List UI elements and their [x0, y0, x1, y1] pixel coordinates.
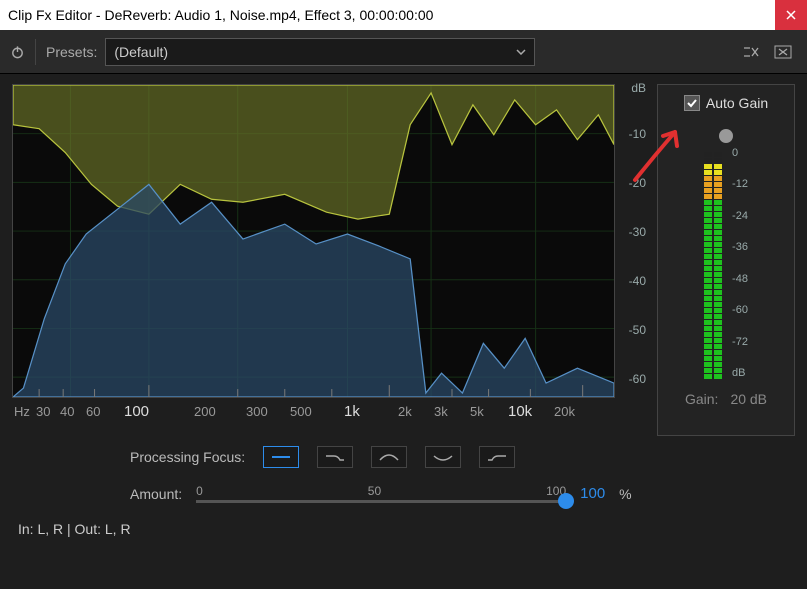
close-icon: [786, 10, 796, 20]
toolbar: Presets: (Default): [0, 30, 807, 74]
routing-icon: [742, 45, 760, 59]
focus-highpass[interactable]: [479, 446, 515, 468]
titlebar: Clip Fx Editor - DeReverb: Audio 1, Nois…: [0, 0, 807, 30]
amount-label: Amount:: [130, 486, 182, 502]
window-title: Clip Fx Editor - DeReverb: Audio 1, Nois…: [8, 7, 775, 23]
power-toggle[interactable]: [10, 39, 36, 65]
db-scale: dB -10 -20 -30 -40 -50 -60: [616, 85, 646, 397]
input-spectrum: [13, 85, 614, 219]
gain-panel: Auto Gain 0 -12 -24 -36 -48 -60 -72 dB G…: [657, 84, 795, 436]
close-button[interactable]: [775, 0, 807, 30]
amount-value[interactable]: 100: [580, 485, 605, 502]
x-box-icon: [774, 45, 792, 59]
focus-flat[interactable]: [263, 446, 299, 468]
preset-dropdown[interactable]: (Default): [105, 38, 535, 66]
amount-unit: %: [619, 486, 631, 502]
autogain-checkbox[interactable]: [684, 95, 700, 111]
gain-knob[interactable]: [719, 129, 733, 143]
level-meter: 0 -12 -24 -36 -48 -60 -72 dB: [704, 147, 748, 379]
focus-label: Processing Focus:: [130, 449, 245, 465]
gain-value[interactable]: 20 dB: [730, 391, 767, 407]
check-icon: [686, 97, 698, 109]
presets-label: Presets:: [46, 44, 97, 60]
io-info: In: L, R | Out: L, R: [0, 503, 807, 537]
power-icon: [10, 44, 25, 60]
spectrum-display[interactable]: dB -10 -20 -30 -40 -50 -60: [12, 84, 615, 398]
autogain-label: Auto Gain: [706, 95, 768, 111]
focus-notch[interactable]: [425, 446, 461, 468]
output-spectrum: [13, 184, 614, 397]
frequency-axis: Hz 30 40 60 100 200 300 500 1k 2k 3k 5k …: [12, 398, 649, 424]
amount-slider[interactable]: [196, 500, 566, 503]
focus-bandpass[interactable]: [371, 446, 407, 468]
gain-label: Gain:: [685, 391, 718, 407]
preset-value: (Default): [114, 44, 168, 60]
channel-map-button[interactable]: [737, 40, 765, 64]
chevron-down-icon: [516, 49, 526, 55]
focus-lowpass[interactable]: [317, 446, 353, 468]
close-panel-button[interactable]: [769, 40, 797, 64]
